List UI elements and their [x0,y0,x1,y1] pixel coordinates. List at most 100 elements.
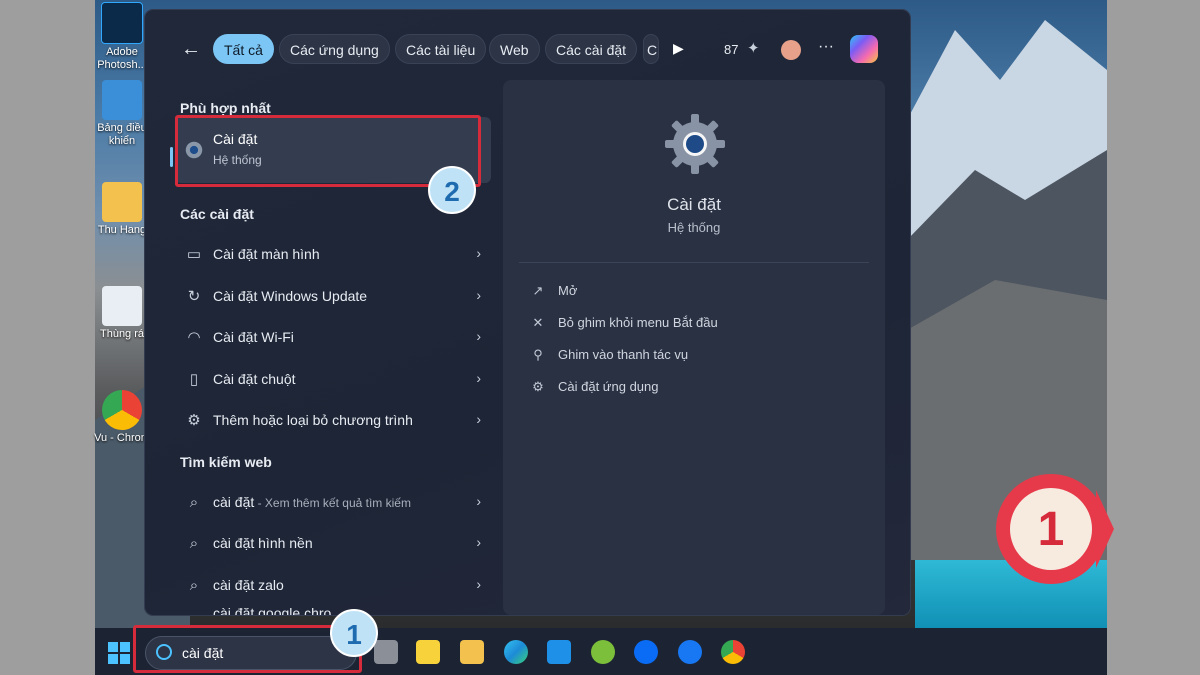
settings-item-mouse[interactable]: ▯ Cài đặt chuột › [181,362,481,398]
tab-apps[interactable]: Các ứng dụng [279,34,390,64]
action-label: Cài đặt ứng dụng [558,379,659,394]
desktop-icon-recycle-bin[interactable]: Thùng rá [92,286,152,341]
chevron-right-icon: › [476,245,481,261]
desktop-icon-label: Bảng điều khiển [97,122,147,147]
tab-more[interactable]: C [643,34,659,64]
gear-icon: ⚙ [187,412,201,429]
action-app-settings[interactable]: ⚙ Cài đặt ứng dụng [530,379,659,395]
action-pin-taskbar[interactable]: ⚲ Ghim vào thanh tác vụ [530,347,688,363]
chevron-right-icon: › [476,328,481,344]
avatar[interactable] [781,40,801,60]
control-panel-icon [102,80,142,120]
web-result-label: cài đặt zalo [213,577,284,593]
rewards-points: 87 [724,42,739,57]
gear-icon: ⚙ [532,379,544,394]
search-icon: ⌕ [189,535,199,552]
action-label: Ghim vào thanh tác vụ [558,347,689,362]
action-label: Mở [558,283,578,298]
web-result[interactable]: cài đặt google chro [181,606,481,615]
zalo-icon[interactable] [634,640,658,664]
monitor-icon: ▭ [186,246,202,263]
web-result-label: cài đặt hình nền [213,535,313,551]
result-detail-pane: Cài đặt Hệ thống ↗ Mở ✕ Bỏ ghim khỏi menu … [503,80,885,615]
settings-item-windows-update[interactable]: ↻ Cài đặt Windows Update › [181,279,481,315]
tab-settings[interactable]: Các cài đặt [545,34,638,64]
web-result-label: cài đặt google chro [213,606,332,615]
web-result[interactable]: ⌕ cài đặt zalo › [181,568,481,604]
search-icon: ⌕ [189,494,199,511]
photoshop-icon [101,2,143,44]
chevron-right-icon: › [476,287,481,303]
chrome-icon [102,390,142,430]
best-match-heading: Phù hợp nhất [180,100,271,116]
tab-all[interactable]: Tất cả [213,34,274,64]
search-filter-bar: ← Tất cả Các ứng dụng Các tài liệu Web C… [145,10,910,80]
desktop-icon-label: Thùng rá [99,328,145,340]
rewards-icon[interactable]: ✦ [747,39,760,57]
settings-item-programs[interactable]: ⚙ Thêm hoặc loại bỏ chương trình › [181,403,481,439]
step-badge-2: 2 [428,166,476,214]
unpin-icon: ✕ [532,315,544,330]
step-badge-1: 1 [330,609,378,657]
search-icon: ⌕ [189,577,199,594]
chevron-right-icon: › [476,370,481,386]
settings-item-label: Cài đặt Wi-Fi [213,329,294,345]
web-result-suffix: - Xem thêm kết quả tìm kiếm [254,496,411,510]
step-callout-number: 1 [1037,503,1065,556]
chevron-right-icon: › [476,411,481,427]
more-options-icon[interactable]: ··· [818,38,834,56]
settings-item-label: Cài đặt chuột [213,371,296,387]
sticky-notes-icon[interactable] [416,640,440,664]
desktop-icon-label: Thu Hang [97,224,147,236]
action-label: Bỏ ghim khỏi menu Bắt đầu [558,315,718,330]
refresh-icon: ↻ [187,288,201,305]
desktop-icon-chrome[interactable]: Vu - Chrom [92,390,152,445]
chevron-right-icon: › [476,576,481,592]
web-search-heading: Tìm kiếm web [180,454,272,470]
divider [519,262,869,263]
wifi-icon: ◠ [187,329,201,346]
desktop-icon-label: Adobe Photosh... [97,46,147,71]
desktop-icon-control-panel[interactable]: Bảng điều khiển [92,80,152,148]
settings-heading: Các cài đặt [180,206,254,222]
action-open[interactable]: ↗ Mở [530,283,578,299]
action-unpin-start[interactable]: ✕ Bỏ ghim khỏi menu Bắt đầu [530,315,718,331]
windows-start-icon[interactable] [108,642,130,664]
chrome-icon[interactable] [721,640,745,664]
highlight-box-search [133,625,362,673]
file-explorer-icon[interactable] [460,640,484,664]
back-arrow-icon[interactable]: ← [181,38,201,61]
settings-item-display[interactable]: ▭ Cài đặt màn hình › [181,237,481,273]
settings-item-label: Cài đặt Windows Update [213,288,368,304]
copilot-icon[interactable] [850,35,878,63]
chevron-right-icon: › [476,534,481,550]
settings-item-wifi[interactable]: ◠ Cài đặt Wi-Fi › [181,320,481,356]
task-view-icon[interactable] [374,640,398,664]
edge-icon[interactable] [504,640,528,664]
chevron-right-icon: › [476,493,481,509]
settings-item-label: Thêm hoặc loại bỏ chương trình [213,412,413,428]
selection-indicator [170,147,173,167]
settings-gear-icon [665,114,725,174]
recycle-bin-icon [102,286,142,326]
pin-icon: ⚲ [533,347,543,362]
tab-documents[interactable]: Các tài liệu [395,34,487,64]
play-icon[interactable]: ▶ [673,40,684,57]
folder-icon [102,182,142,222]
desktop-icon-label: Vu - Chrom [94,432,150,444]
messenger-icon[interactable] [678,640,702,664]
mouse-icon: ▯ [189,371,199,388]
web-result[interactable]: ⌕ cài đặt hình nền › [181,526,481,562]
start-search-panel: ← Tất cả Các ứng dụng Các tài liệu Web C… [145,10,910,615]
desktop-icon-folder[interactable]: Thu Hang [92,182,152,237]
settings-item-label: Cài đặt màn hình [213,246,320,262]
tab-web[interactable]: Web [489,34,540,64]
web-result-label: cài đặt [213,494,255,510]
detail-title: Cài đặt [667,195,721,214]
mail-icon[interactable] [547,640,571,664]
web-result[interactable]: ⌕ cài đặt - Xem thêm kết quả tìm kiếm › [181,485,481,521]
open-external-icon: ↗ [532,283,544,298]
app-icon[interactable] [591,640,615,664]
detail-subtitle: Hệ thống [667,220,721,235]
desktop-icon-photoshop[interactable]: Adobe Photosh... [92,2,152,72]
